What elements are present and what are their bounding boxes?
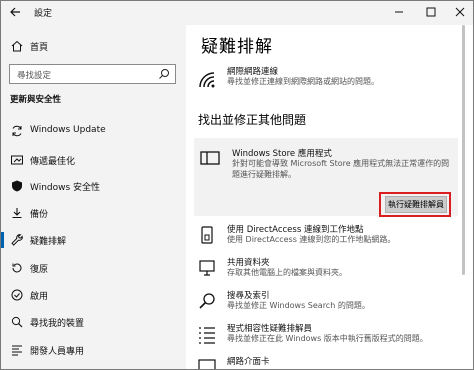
troubleshooter-program-compat[interactable]: 程式相容性疑難排解員 尋找並修正在此 Windows 版本中執行舊版程式的問題。 (196, 322, 456, 350)
back-arrow-icon[interactable] (7, 3, 25, 21)
developer-icon (10, 343, 24, 357)
troubleshooter-directaccess[interactable]: 使用 DirectAccess 連線到工作地點 使用 DirectAccess … (196, 223, 456, 251)
section-title: 找出並修正其他問題 (198, 113, 307, 127)
scrollbar[interactable] (462, 25, 465, 275)
troubleshooter-desc: 存取其他電腦上的檔案與資料夾。 (227, 268, 347, 277)
sidebar-item-windows-update[interactable]: Windows Update (1, 119, 186, 143)
sidebar-item-label: 尋找我的裝置 (30, 319, 85, 329)
run-troubleshooter-button[interactable]: 執行疑難排解員 (385, 196, 447, 213)
sidebar-item-label: 啟用 (30, 292, 49, 302)
sidebar-item-label: 傳遞最佳化 (30, 157, 76, 167)
search-index-icon (196, 291, 218, 313)
sidebar-item-developers[interactable]: 開發人員專用 (1, 338, 186, 362)
minimize-icon[interactable] (388, 3, 410, 21)
sidebar-item-label: 復原 (30, 265, 49, 275)
sidebar-item-label: Windows 安全性 (30, 183, 101, 193)
sidebar-item-label: Windows Update (30, 125, 106, 135)
sidebar-item-label: 開發人員專用 (30, 347, 85, 357)
troubleshooter-network-adapter[interactable]: 網路介面卡 (196, 355, 456, 369)
search-placeholder: 尋找設定 (17, 71, 52, 81)
sidebar: 首頁 尋找設定 更新與安全性 Windows Update 傳遞最佳化 Wind… (1, 25, 186, 369)
search-input[interactable]: 尋找設定 (9, 64, 176, 84)
maximize-icon[interactable] (420, 3, 442, 21)
directaccess-icon (196, 225, 218, 247)
sidebar-item-label: 疑難排解 (30, 237, 67, 247)
shield-icon (10, 179, 24, 193)
activation-icon (10, 288, 24, 302)
sidebar-item-activation[interactable]: 啟用 (1, 283, 186, 307)
store-app-icon (199, 147, 221, 169)
troubleshooter-desc: 尋找並修正連線到網際網路或網站的問題。 (227, 77, 379, 86)
close-icon[interactable] (449, 3, 471, 21)
shared-folder-icon (196, 258, 218, 280)
troubleshooter-search-indexing[interactable]: 搜尋及索引 尋找並修正 Windows Search 的問題。 (196, 289, 456, 317)
troubleshooter-desc: 尋找並修正 Windows Search 的問題。 (227, 301, 370, 310)
network-adapter-icon (196, 357, 218, 369)
sync-icon (10, 124, 24, 138)
troubleshooter-desc: 針對可能會導致 Microsoft Store 應用程式無法正常運作的問題進行疑… (232, 159, 450, 179)
wrench-icon (10, 233, 24, 247)
window-title: 設定 (34, 9, 53, 19)
troubleshooter-internet[interactable]: 網際網路連線 尋找並修正連線到網際網路或網站的問題。 (196, 65, 456, 95)
wifi-icon (196, 67, 218, 89)
sidebar-item-find-my-device[interactable]: 尋找我的裝置 (1, 310, 186, 334)
sidebar-item-home[interactable]: 首頁 (1, 35, 186, 57)
delivery-optimization-icon (10, 153, 24, 167)
find-device-icon (10, 315, 24, 329)
search-icon (158, 68, 170, 80)
home-icon (10, 39, 24, 53)
main-content: 疑難排解 網際網路連線 尋找並修正連線到網際網路或網站的問題。 找出並修正其他問… (186, 25, 473, 369)
page-title: 疑難排解 (201, 37, 273, 57)
sidebar-item-label: 首頁 (30, 43, 49, 53)
troubleshooter-name: 網路介面卡 (227, 357, 270, 367)
recovery-icon (10, 261, 24, 275)
settings-window: 設定 首頁 尋找設定 更新與安全性 Windows Update 傳遞最佳化 W… (0, 0, 474, 370)
sidebar-item-windows-security[interactable]: Windows 安全性 (1, 174, 186, 198)
sidebar-item-delivery-optimization[interactable]: 傳遞最佳化 (1, 148, 186, 172)
sidebar-item-backup[interactable]: 備份 (1, 201, 186, 225)
backup-icon (10, 206, 24, 220)
active-indicator (1, 232, 4, 248)
sidebar-item-recovery[interactable]: 復原 (1, 256, 186, 280)
program-compat-icon (196, 324, 218, 346)
sidebar-section-title: 更新與安全性 (10, 95, 62, 105)
troubleshooter-desc: 尋找並修正在此 Windows 版本中執行舊版程式的問題。 (227, 334, 428, 343)
title-bar: 設定 (1, 1, 473, 25)
sidebar-item-label: 備份 (30, 210, 49, 220)
sidebar-item-troubleshoot[interactable]: 疑難排解 (1, 228, 186, 252)
troubleshooter-shared-folders[interactable]: 共用資料夾 存取其他電腦上的檔案與資料夾。 (196, 256, 456, 284)
troubleshooter-desc: 使用 DirectAccess 連線到您的工作地點網路。 (227, 235, 396, 244)
